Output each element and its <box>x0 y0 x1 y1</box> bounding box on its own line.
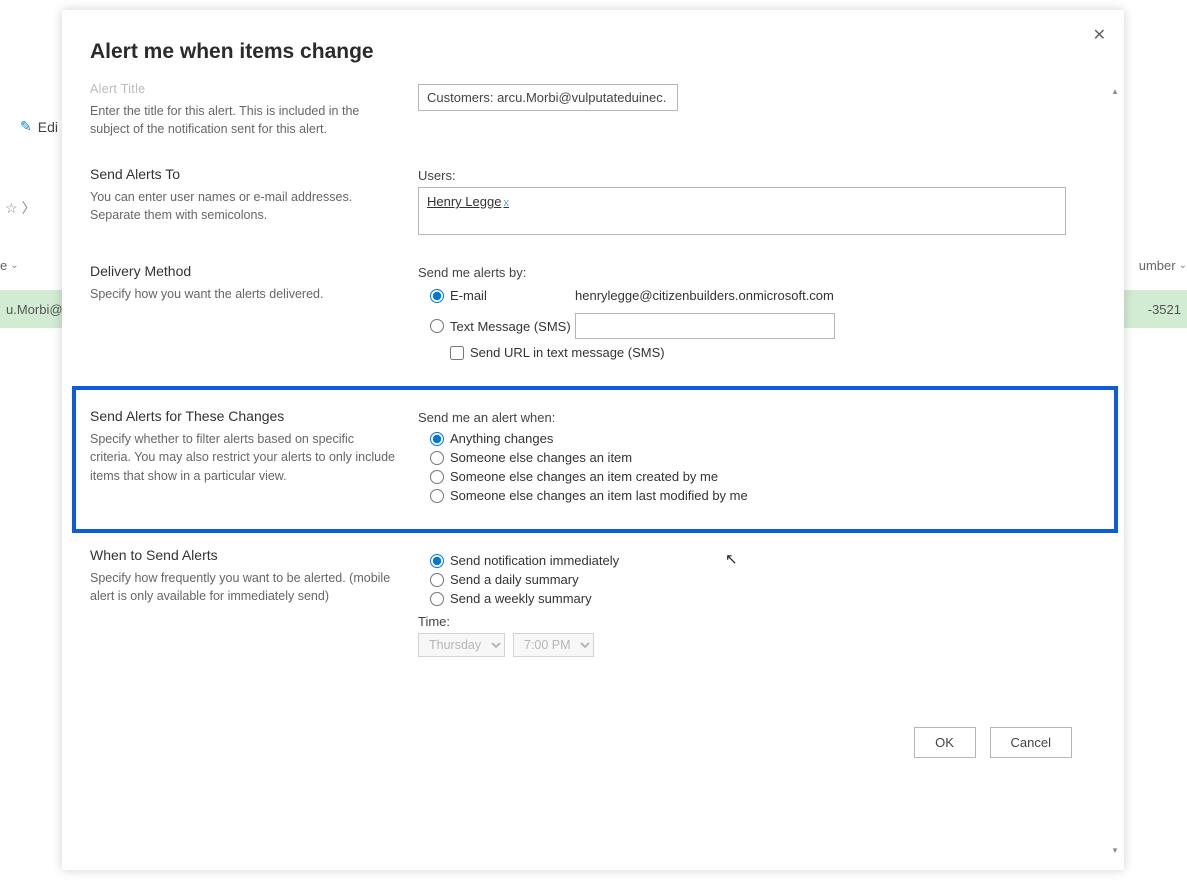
column-header-fragment-right: umber ⌄ <box>1139 258 1187 273</box>
modal-header: Alert me when items change <box>62 10 1124 82</box>
radio-sms[interactable]: Text Message (SMS) <box>430 319 575 334</box>
section-alert-title: Alert Title Enter the title for this ale… <box>90 82 1100 156</box>
alert-settings-dialog: ✕ Alert me when items change Alert Title… <box>62 10 1124 870</box>
time-label: Time: <box>418 614 1090 629</box>
alert-title-input[interactable] <box>418 84 678 111</box>
radio-created-by-me[interactable]: Someone else changes an item created by … <box>430 469 1090 484</box>
highlight-box-changes: Send Alerts for These Changes Specify wh… <box>72 386 1118 533</box>
radio-weekly-input[interactable] <box>430 592 444 606</box>
section-delivery: Delivery Method Specify how you want the… <box>90 253 1100 382</box>
row-number-fragment: -3521 <box>1148 302 1181 317</box>
col-e-text: e <box>0 258 7 273</box>
users-input[interactable]: Henry Leggex <box>418 187 1066 235</box>
radio-immediately[interactable]: Send notification immediately <box>430 553 1090 568</box>
send-by-label: Send me alerts by: <box>418 265 1090 280</box>
checkbox-send-url-label: Send URL in text message (SMS) <box>470 345 665 360</box>
chevron-right-icon: 〉 <box>22 198 36 218</box>
modal-title: Alert me when items change <box>90 40 1096 64</box>
send-to-heading: Send Alerts To <box>90 166 398 182</box>
radio-modified-by-me[interactable]: Someone else changes an item last modifi… <box>430 488 1090 503</box>
col-number-text: umber <box>1139 258 1176 273</box>
column-header-fragment-left: e ⌄ <box>0 258 19 273</box>
radio-daily-label: Send a daily summary <box>450 572 579 587</box>
sms-number-input[interactable] <box>575 313 835 339</box>
chevron-down-icon: ⌄ <box>10 260 18 271</box>
modal-body: Alert Title Enter the title for this ale… <box>62 82 1124 870</box>
radio-someone-else-changes[interactable]: Someone else changes an item <box>430 450 1090 465</box>
radio-modified-by-me-label: Someone else changes an item last modifi… <box>450 488 748 503</box>
radio-anything-input[interactable] <box>430 432 444 446</box>
radio-sms-input[interactable] <box>430 319 444 333</box>
edit-icon: ✎ <box>20 118 32 135</box>
background-breadcrumb: ☆ 〉 <box>0 198 36 218</box>
scroll-up-icon[interactable]: ▴ <box>1110 86 1120 97</box>
edit-label: Edi <box>38 119 58 135</box>
close-icon[interactable]: ✕ <box>1093 28 1106 44</box>
when-heading: When to Send Alerts <box>90 547 398 563</box>
section-send-to: Send Alerts To You can enter user names … <box>90 156 1100 253</box>
ok-button[interactable]: OK <box>914 727 976 758</box>
radio-created-by-me-input[interactable] <box>430 470 444 484</box>
radio-weekly-label: Send a weekly summary <box>450 591 592 606</box>
radio-someone-else-label: Someone else changes an item <box>450 450 632 465</box>
send-when-label: Send me an alert when: <box>418 410 1090 425</box>
radio-weekly[interactable]: Send a weekly summary <box>430 591 1090 606</box>
changes-desc: Specify whether to filter alerts based o… <box>90 430 398 484</box>
background-toolbar: ✎ Edi <box>0 118 58 135</box>
send-to-desc: You can enter user names or e-mail addre… <box>90 188 398 224</box>
user-chip-name: Henry Legge <box>427 194 501 209</box>
chevron-down-icon: ⌄ <box>1179 260 1187 271</box>
day-select[interactable]: Thursday <box>418 633 505 657</box>
modal-footer: OK Cancel <box>90 727 1100 782</box>
alert-title-desc: Enter the title for this alert. This is … <box>90 102 398 138</box>
checkbox-send-url-input[interactable] <box>450 346 464 360</box>
radio-email-input[interactable] <box>430 289 444 303</box>
radio-modified-by-me-input[interactable] <box>430 489 444 503</box>
row-email-fragment: u.Morbi@ <box>6 302 63 317</box>
radio-email[interactable]: E-mail <box>430 288 575 303</box>
remove-user-icon[interactable]: x <box>503 197 509 209</box>
checkbox-send-url[interactable]: Send URL in text message (SMS) <box>418 345 1090 360</box>
cancel-button[interactable]: Cancel <box>990 727 1072 758</box>
radio-created-by-me-label: Someone else changes an item created by … <box>450 469 718 484</box>
section-when: When to Send Alerts Specify how frequent… <box>90 539 1100 675</box>
radio-anything-changes[interactable]: Anything changes <box>430 431 1090 446</box>
time-select[interactable]: 7:00 PM <box>513 633 594 657</box>
radio-sms-label: Text Message (SMS) <box>450 319 571 334</box>
email-address-value: henrylegge@citizenbuilders.onmicrosoft.c… <box>575 288 1090 303</box>
radio-immediately-input[interactable] <box>430 554 444 568</box>
radio-email-label: E-mail <box>450 288 487 303</box>
radio-daily-input[interactable] <box>430 573 444 587</box>
delivery-desc: Specify how you want the alerts delivere… <box>90 285 398 303</box>
radio-immediately-label: Send notification immediately <box>450 553 619 568</box>
scroll-down-icon[interactable]: ▾ <box>1110 845 1120 856</box>
user-chip[interactable]: Henry Leggex <box>427 194 509 209</box>
users-label: Users: <box>418 168 1090 183</box>
star-icon: ☆ <box>5 200 18 217</box>
delivery-heading: Delivery Method <box>90 263 398 279</box>
changes-heading: Send Alerts for These Changes <box>90 408 398 424</box>
radio-anything-label: Anything changes <box>450 431 553 446</box>
radio-daily[interactable]: Send a daily summary <box>430 572 1090 587</box>
when-desc: Specify how frequently you want to be al… <box>90 569 398 605</box>
section-changes: Send Alerts for These Changes Specify wh… <box>90 408 1100 507</box>
radio-someone-else-input[interactable] <box>430 451 444 465</box>
alert-title-heading: Alert Title <box>90 82 398 96</box>
